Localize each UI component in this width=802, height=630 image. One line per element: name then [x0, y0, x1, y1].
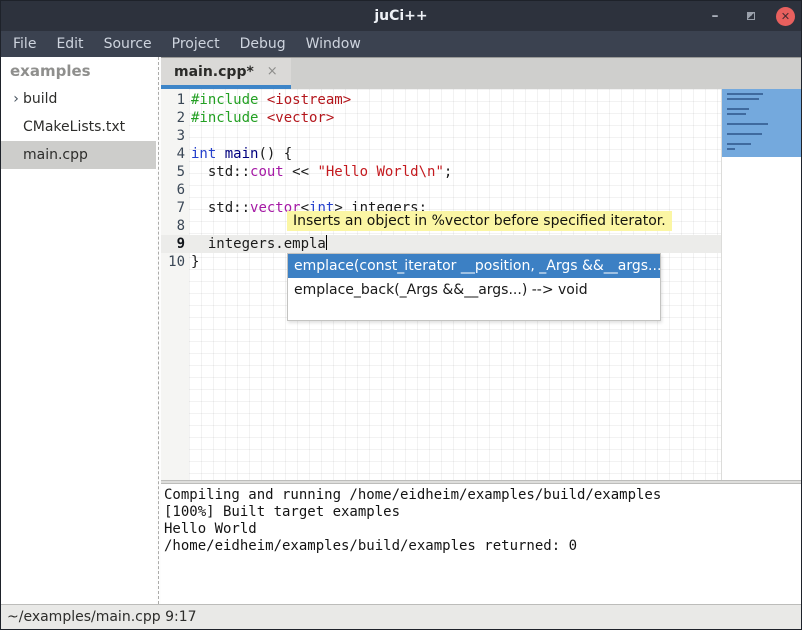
tree-item-label: CMakeLists.txt — [23, 119, 125, 135]
menu-item-debug[interactable]: Debug — [230, 31, 296, 57]
status-file-position: ~/examples/main.cpp 9:17 — [7, 609, 197, 625]
line-number: 9 — [161, 235, 185, 253]
minimap-code-line — [727, 108, 749, 110]
console-output-line: Compiling and running /home/eidheim/exam… — [164, 487, 801, 504]
menu-item-window[interactable]: Window — [296, 31, 371, 57]
tree-item-cmakelists-txt[interactable]: CMakeLists.txt — [1, 113, 156, 141]
minimap-code-line — [727, 98, 759, 100]
line-number: 4 — [161, 145, 185, 163]
tree-item-build[interactable]: ›build — [1, 85, 156, 113]
autocomplete-item-0[interactable]: emplace(const_iterator __position, _Args… — [288, 254, 660, 278]
doc-tooltip: Inserts an object in %vector before spec… — [287, 211, 672, 231]
autocomplete-item-1[interactable]: emplace_back(_Args &&__args...) --> void — [288, 278, 660, 302]
line-content: #include <iostream> — [191, 91, 351, 109]
console-output-line: Hello World — [164, 521, 801, 538]
line-content: } — [191, 253, 199, 271]
menu-item-file[interactable]: File — [3, 31, 46, 57]
code-line-1: 1 #include <iostream> — [161, 91, 721, 109]
minimap-code-line — [727, 148, 735, 150]
console-output-line: [100%] Built target examples — [164, 504, 801, 521]
minimap-code-line — [727, 133, 762, 135]
tab-label: main.cpp* — [174, 64, 254, 80]
minimap-code-line — [727, 123, 768, 125]
window-title: juCi++ — [1, 8, 801, 24]
tab-close-icon[interactable]: × — [267, 65, 278, 78]
minimize-button[interactable]: – — [704, 5, 726, 27]
menu-bar: FileEditSourceProjectDebugWindow — [1, 31, 801, 57]
menu-item-project[interactable]: Project — [162, 31, 230, 57]
tree-item-label: build — [23, 91, 57, 107]
code-editor[interactable]: 1 #include <iostream> 2 #include <vector> 34… — [161, 89, 801, 480]
minimap-code-line — [727, 93, 763, 95]
project-name-header: examples — [1, 57, 156, 85]
code-line-6: 6 — [161, 181, 721, 199]
autocomplete-popup: emplace(const_iterator __position, _Args… — [287, 253, 661, 321]
minimap-visible-region[interactable] — [722, 89, 801, 157]
output-console[interactable]: Compiling and running /home/eidheim/exam… — [161, 484, 801, 604]
line-content: int main() { — [191, 145, 292, 163]
line-number: 8 — [161, 217, 185, 235]
content-area: examples ›build CMakeLists.txt main.cpp ma… — [1, 57, 801, 604]
tab-main-cpp[interactable]: main.cpp* × — [161, 58, 291, 89]
close-button[interactable]: ✕ — [776, 7, 795, 26]
minimize-icon: – — [712, 11, 719, 21]
chevron-right-icon[interactable]: › — [9, 91, 23, 107]
line-number: 2 — [161, 109, 185, 127]
editor-panel: main.cpp* × 1 #include <iostream> 2 #includ… — [161, 57, 801, 604]
minimap-code-line — [727, 113, 746, 115]
line-number: 1 — [161, 91, 185, 109]
code-line-3: 3 — [161, 127, 721, 145]
line-content: std::cout << "Hello World\n"; — [191, 163, 452, 181]
file-browser-panel: examples ›build CMakeLists.txt main.cpp — [1, 57, 156, 604]
console-output-line: /home/eidheim/examples/build/examples re… — [164, 538, 801, 555]
minimap-code-line — [727, 143, 751, 145]
line-number: 5 — [161, 163, 185, 181]
line-content: integers.empla — [191, 235, 327, 253]
text-cursor — [326, 235, 327, 250]
maximize-button[interactable] — [740, 5, 762, 27]
code-lines: 1 #include <iostream> 2 #include <vector> 34… — [161, 91, 721, 271]
app-window: juCi++ – ✕ FileEditSourceProjectDebugWin… — [0, 0, 802, 630]
tree-item-label: main.cpp — [23, 147, 88, 163]
tab-bar: main.cpp* × — [161, 57, 801, 89]
line-number: 10 — [161, 253, 185, 271]
close-icon: ✕ — [781, 10, 790, 23]
code-line-5: 5 std::cout << "Hello World\n"; — [161, 163, 721, 181]
minimap[interactable] — [721, 89, 801, 480]
file-tree: ›build CMakeLists.txt main.cpp — [1, 85, 156, 169]
code-line-2: 2 #include <vector> — [161, 109, 721, 127]
menu-item-source[interactable]: Source — [94, 31, 162, 57]
code-line-4: 4 int main() { — [161, 145, 721, 163]
code-line-9: 9 integers.empla — [161, 235, 721, 253]
restore-icon — [747, 12, 755, 20]
line-number: 7 — [161, 199, 185, 217]
line-number: 6 — [161, 181, 185, 199]
titlebar[interactable]: juCi++ – ✕ — [1, 1, 801, 31]
status-bar: ~/examples/main.cpp 9:17 — [1, 604, 801, 629]
tree-item-main-cpp[interactable]: main.cpp — [1, 141, 156, 169]
menu-item-edit[interactable]: Edit — [46, 31, 93, 57]
window-controls: – ✕ — [704, 1, 795, 31]
line-number: 3 — [161, 127, 185, 145]
line-content: #include <vector> — [191, 109, 334, 127]
